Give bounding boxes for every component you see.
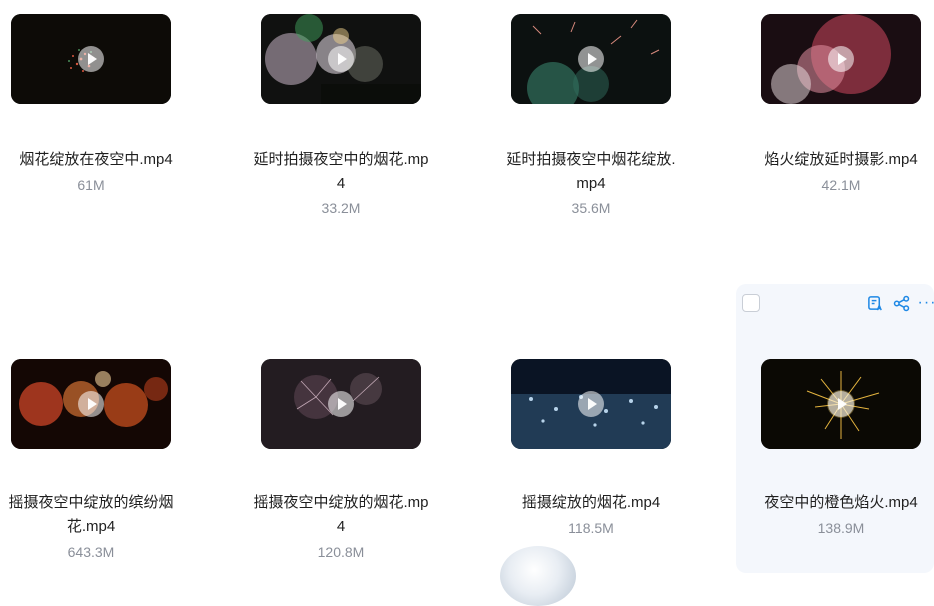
file-card[interactable]: 摇摄夜空中绽放的缤纷烟花.mp4 643.3M bbox=[6, 355, 176, 595]
file-card[interactable]: 烟花绽放在夜空中.mp4 61M bbox=[6, 10, 176, 250]
play-icon[interactable] bbox=[78, 46, 104, 72]
file-name[interactable]: 焰火绽放延时摄影.mp4 bbox=[751, 148, 931, 172]
file-name[interactable]: 摇摄绽放的烟花.mp4 bbox=[501, 491, 681, 515]
file-size: 35.6M bbox=[571, 200, 611, 216]
share-icon[interactable] bbox=[892, 294, 910, 312]
video-thumbnail[interactable] bbox=[761, 359, 921, 449]
play-icon[interactable] bbox=[578, 391, 604, 417]
file-name[interactable]: 夜空中的橙色焰火.mp4 bbox=[751, 491, 931, 515]
play-icon[interactable] bbox=[78, 391, 104, 417]
file-card-hovered[interactable]: 夜空中的橙色焰火.mp4 138.9M bbox=[736, 284, 934, 573]
play-icon[interactable] bbox=[578, 46, 604, 72]
image-ai-icon[interactable] bbox=[866, 294, 884, 312]
file-size: 120.8M bbox=[317, 544, 365, 560]
file-name[interactable]: 摇摄夜空中绽放的缤纷烟花.mp4 bbox=[1, 491, 181, 539]
video-thumbnail[interactable] bbox=[11, 359, 171, 449]
file-name[interactable]: 摇摄夜空中绽放的烟花.mp4 bbox=[251, 491, 431, 539]
play-icon[interactable] bbox=[328, 46, 354, 72]
file-size: 138.9M bbox=[817, 520, 865, 536]
floating-assistant-avatar[interactable] bbox=[500, 546, 576, 606]
play-icon[interactable] bbox=[328, 391, 354, 417]
file-name[interactable]: 延时拍摄夜空中烟花绽放.mp4 bbox=[501, 148, 681, 196]
select-checkbox[interactable] bbox=[742, 294, 760, 312]
file-size: 33.2M bbox=[321, 200, 361, 216]
file-grid: 烟花绽放在夜空中.mp4 61M 延时拍摄夜空中的烟花.mp4 33.2M 延时… bbox=[0, 0, 934, 606]
card-hover-actions: ··· bbox=[866, 294, 934, 314]
file-card[interactable]: 延时拍摄夜空中烟花绽放.mp4 35.6M bbox=[506, 10, 676, 250]
video-thumbnail[interactable] bbox=[11, 14, 171, 104]
file-card[interactable]: 焰火绽放延时摄影.mp4 42.1M bbox=[756, 10, 926, 250]
play-icon[interactable] bbox=[828, 391, 854, 417]
file-name[interactable]: 烟花绽放在夜空中.mp4 bbox=[6, 148, 186, 172]
file-size: 42.1M bbox=[821, 177, 861, 193]
file-size: 118.5M bbox=[568, 520, 614, 536]
play-icon[interactable] bbox=[828, 46, 854, 72]
file-size: 61M bbox=[77, 177, 105, 193]
video-thumbnail[interactable] bbox=[511, 14, 671, 104]
file-size: 643.3M bbox=[67, 544, 115, 560]
more-icon[interactable]: ··· bbox=[918, 294, 934, 312]
video-thumbnail[interactable] bbox=[511, 359, 671, 449]
video-thumbnail[interactable] bbox=[761, 14, 921, 104]
video-thumbnail[interactable] bbox=[261, 359, 421, 449]
file-card[interactable]: 延时拍摄夜空中的烟花.mp4 33.2M bbox=[253, 10, 429, 250]
video-thumbnail[interactable] bbox=[261, 14, 421, 104]
file-card[interactable]: 摇摄夜空中绽放的烟花.mp4 120.8M bbox=[253, 355, 429, 595]
file-name[interactable]: 延时拍摄夜空中的烟花.mp4 bbox=[251, 148, 431, 196]
